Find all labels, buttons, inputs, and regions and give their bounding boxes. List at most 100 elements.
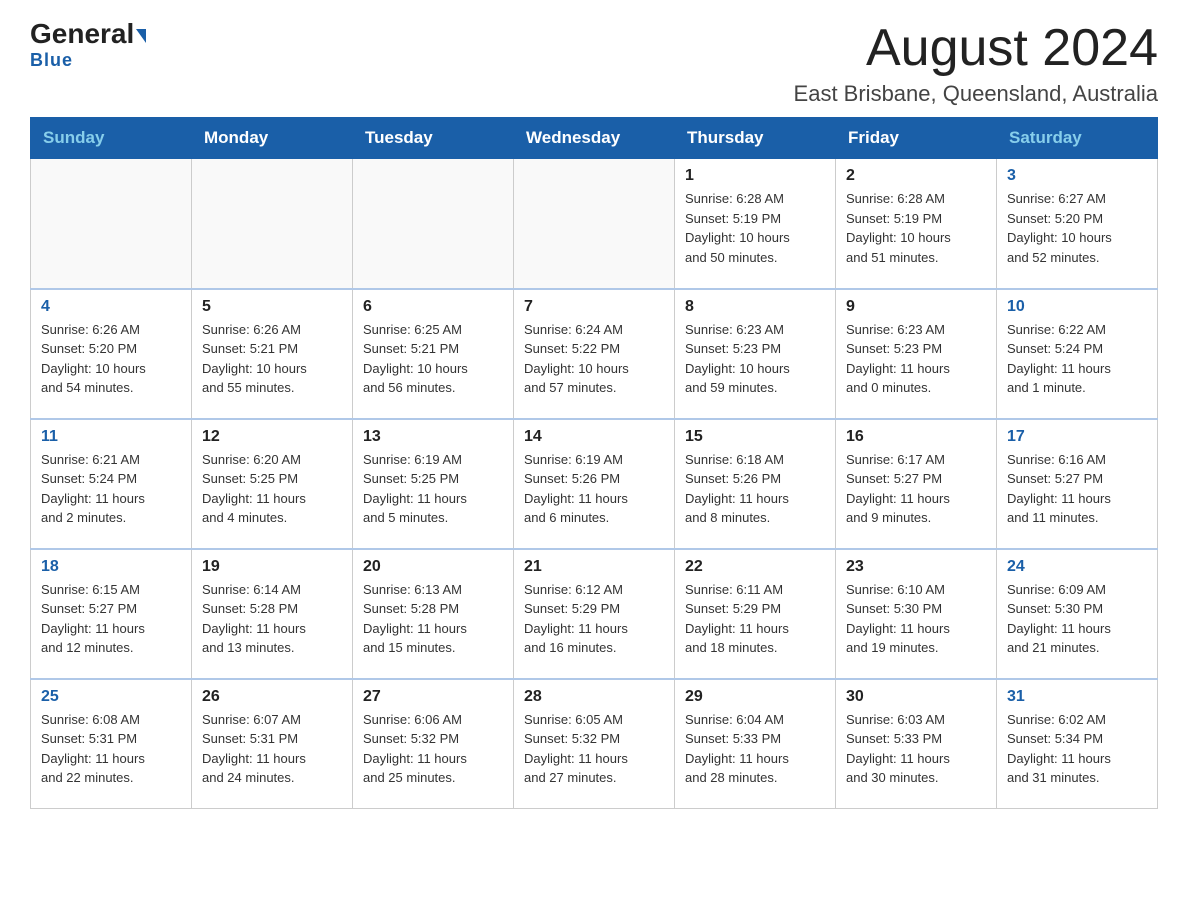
day-number: 12	[202, 428, 342, 446]
calendar-cell: 20 Sunrise: 6:13 AMSunset: 5:28 PMDayligh…	[353, 549, 514, 679]
calendar-cell: 23Sunrise: 6:10 AMSunset: 5:30 PMDayligh…	[836, 549, 997, 679]
day-number: 21	[524, 558, 664, 576]
day-number: 18	[41, 558, 181, 576]
day-info: Sunrise: 6:24 AMSunset: 5:22 PMDaylight:…	[524, 320, 664, 398]
week-row-1: 1 Sunrise: 6:28 AMSunset: 5:19 PMDaylight…	[31, 159, 1158, 289]
day-info: Sunrise: 6:19 AMSunset: 5:25 PMDaylight:…	[363, 450, 503, 528]
calendar-cell: 11 Sunrise: 6:21 AMSunset: 5:24 PMDayligh…	[31, 419, 192, 549]
calendar-cell: 6 Sunrise: 6:25 AMSunset: 5:21 PMDaylight…	[353, 289, 514, 419]
calendar-cell: 7 Sunrise: 6:24 AMSunset: 5:22 PMDaylight…	[514, 289, 675, 419]
calendar-title: August 2024	[794, 20, 1158, 77]
day-number: 14	[524, 428, 664, 446]
calendar-cell: 18Sunrise: 6:15 AMSunset: 5:27 PMDayligh…	[31, 549, 192, 679]
calendar-cell: 2Sunrise: 6:28 AMSunset: 5:19 PMDaylight…	[836, 159, 997, 289]
calendar-subtitle: East Brisbane, Queensland, Australia	[794, 81, 1158, 107]
day-info: Sunrise: 6:11 AMSunset: 5:29 PMDaylight:…	[685, 580, 825, 658]
day-info: Sunrise: 6:06 AMSunset: 5:32 PMDaylight:…	[363, 710, 503, 788]
calendar-cell	[353, 159, 514, 289]
day-number: 5	[202, 298, 342, 316]
calendar-cell: 25 Sunrise: 6:08 AMSunset: 5:31 PMDayligh…	[31, 679, 192, 809]
calendar-cell: 13 Sunrise: 6:19 AMSunset: 5:25 PMDayligh…	[353, 419, 514, 549]
day-info: Sunrise: 6:21 AMSunset: 5:24 PMDaylight:…	[41, 450, 181, 528]
calendar-cell: 22 Sunrise: 6:11 AMSunset: 5:29 PMDayligh…	[675, 549, 836, 679]
calendar-cell: 21 Sunrise: 6:12 AMSunset: 5:29 PMDayligh…	[514, 549, 675, 679]
header-thursday: Thursday	[675, 118, 836, 159]
calendar-cell	[514, 159, 675, 289]
calendar-cell: 10 Sunrise: 6:22 AMSunset: 5:24 PMDayligh…	[997, 289, 1158, 419]
calendar-cell: 30 Sunrise: 6:03 AMSunset: 5:33 PMDayligh…	[836, 679, 997, 809]
logo-blue-line: Blue	[30, 50, 73, 71]
day-info: Sunrise: 6:25 AMSunset: 5:21 PMDaylight:…	[363, 320, 503, 398]
logo: General Blue	[30, 20, 146, 71]
calendar-cell: 5 Sunrise: 6:26 AMSunset: 5:21 PMDaylight…	[192, 289, 353, 419]
day-info: Sunrise: 6:14 AMSunset: 5:28 PMDaylight:…	[202, 580, 342, 658]
calendar-cell: 24Sunrise: 6:09 AMSunset: 5:30 PMDayligh…	[997, 549, 1158, 679]
day-info: Sunrise: 6:17 AMSunset: 5:27 PMDaylight:…	[846, 450, 986, 528]
calendar-cell: 14 Sunrise: 6:19 AMSunset: 5:26 PMDayligh…	[514, 419, 675, 549]
day-info: Sunrise: 6:23 AMSunset: 5:23 PMDaylight:…	[685, 320, 825, 398]
calendar-cell: 15 Sunrise: 6:18 AMSunset: 5:26 PMDayligh…	[675, 419, 836, 549]
day-number: 24	[1007, 558, 1147, 576]
calendar-cell: 8 Sunrise: 6:23 AMSunset: 5:23 PMDaylight…	[675, 289, 836, 419]
day-number: 15	[685, 428, 825, 446]
day-info: Sunrise: 6:04 AMSunset: 5:33 PMDaylight:…	[685, 710, 825, 788]
day-number: 2	[846, 167, 986, 185]
day-number: 19	[202, 558, 342, 576]
calendar-cell: 12 Sunrise: 6:20 AMSunset: 5:25 PMDayligh…	[192, 419, 353, 549]
day-number: 8	[685, 298, 825, 316]
day-number: 23	[846, 558, 986, 576]
day-number: 25	[41, 688, 181, 706]
calendar-cell: 28Sunrise: 6:05 AMSunset: 5:32 PMDayligh…	[514, 679, 675, 809]
day-number: 29	[685, 688, 825, 706]
day-info: Sunrise: 6:23 AMSunset: 5:23 PMDaylight:…	[846, 320, 986, 398]
day-info: Sunrise: 6:26 AMSunset: 5:20 PMDaylight:…	[41, 320, 181, 398]
calendar-cell: 4 Sunrise: 6:26 AMSunset: 5:20 PMDaylight…	[31, 289, 192, 419]
day-info: Sunrise: 6:19 AMSunset: 5:26 PMDaylight:…	[524, 450, 664, 528]
day-number: 9	[846, 298, 986, 316]
week-row-4: 18Sunrise: 6:15 AMSunset: 5:27 PMDayligh…	[31, 549, 1158, 679]
day-info: Sunrise: 6:07 AMSunset: 5:31 PMDaylight:…	[202, 710, 342, 788]
header-saturday: Saturday	[997, 118, 1158, 159]
calendar-table: SundayMondayTuesdayWednesdayThursdayFrid…	[30, 117, 1158, 809]
calendar-cell: 27Sunrise: 6:06 AMSunset: 5:32 PMDayligh…	[353, 679, 514, 809]
day-number: 6	[363, 298, 503, 316]
day-number: 31	[1007, 688, 1147, 706]
day-info: Sunrise: 6:08 AMSunset: 5:31 PMDaylight:…	[41, 710, 181, 788]
day-info: Sunrise: 6:13 AMSunset: 5:28 PMDaylight:…	[363, 580, 503, 658]
day-info: Sunrise: 6:28 AMSunset: 5:19 PMDaylight:…	[685, 189, 825, 267]
day-info: Sunrise: 6:02 AMSunset: 5:34 PMDaylight:…	[1007, 710, 1147, 788]
calendar-cell: 1 Sunrise: 6:28 AMSunset: 5:19 PMDaylight…	[675, 159, 836, 289]
day-info: Sunrise: 6:26 AMSunset: 5:21 PMDaylight:…	[202, 320, 342, 398]
day-info: Sunrise: 6:05 AMSunset: 5:32 PMDaylight:…	[524, 710, 664, 788]
day-info: Sunrise: 6:18 AMSunset: 5:26 PMDaylight:…	[685, 450, 825, 528]
logo-text: General	[30, 20, 146, 48]
day-number: 22	[685, 558, 825, 576]
day-info: Sunrise: 6:22 AMSunset: 5:24 PMDaylight:…	[1007, 320, 1147, 398]
day-number: 16	[846, 428, 986, 446]
header-friday: Friday	[836, 118, 997, 159]
day-info: Sunrise: 6:16 AMSunset: 5:27 PMDaylight:…	[1007, 450, 1147, 528]
day-info: Sunrise: 6:27 AMSunset: 5:20 PMDaylight:…	[1007, 189, 1147, 267]
day-number: 20	[363, 558, 503, 576]
calendar-cell: 19 Sunrise: 6:14 AMSunset: 5:28 PMDayligh…	[192, 549, 353, 679]
day-number: 4	[41, 298, 181, 316]
day-number: 7	[524, 298, 664, 316]
day-number: 13	[363, 428, 503, 446]
header-sunday: Sunday	[31, 118, 192, 159]
week-row-3: 11 Sunrise: 6:21 AMSunset: 5:24 PMDayligh…	[31, 419, 1158, 549]
calendar-cell	[192, 159, 353, 289]
header-monday: Monday	[192, 118, 353, 159]
day-info: Sunrise: 6:20 AMSunset: 5:25 PMDaylight:…	[202, 450, 342, 528]
calendar-cell: 16 Sunrise: 6:17 AMSunset: 5:27 PMDayligh…	[836, 419, 997, 549]
calendar-header-row: SundayMondayTuesdayWednesdayThursdayFrid…	[31, 118, 1158, 159]
logo-general: General	[30, 18, 134, 49]
day-number: 11	[41, 428, 181, 446]
calendar-cell: 17Sunrise: 6:16 AMSunset: 5:27 PMDayligh…	[997, 419, 1158, 549]
day-number: 30	[846, 688, 986, 706]
day-number: 1	[685, 167, 825, 185]
day-info: Sunrise: 6:03 AMSunset: 5:33 PMDaylight:…	[846, 710, 986, 788]
day-number: 10	[1007, 298, 1147, 316]
calendar-cell: 26Sunrise: 6:07 AMSunset: 5:31 PMDayligh…	[192, 679, 353, 809]
day-info: Sunrise: 6:12 AMSunset: 5:29 PMDaylight:…	[524, 580, 664, 658]
header-tuesday: Tuesday	[353, 118, 514, 159]
